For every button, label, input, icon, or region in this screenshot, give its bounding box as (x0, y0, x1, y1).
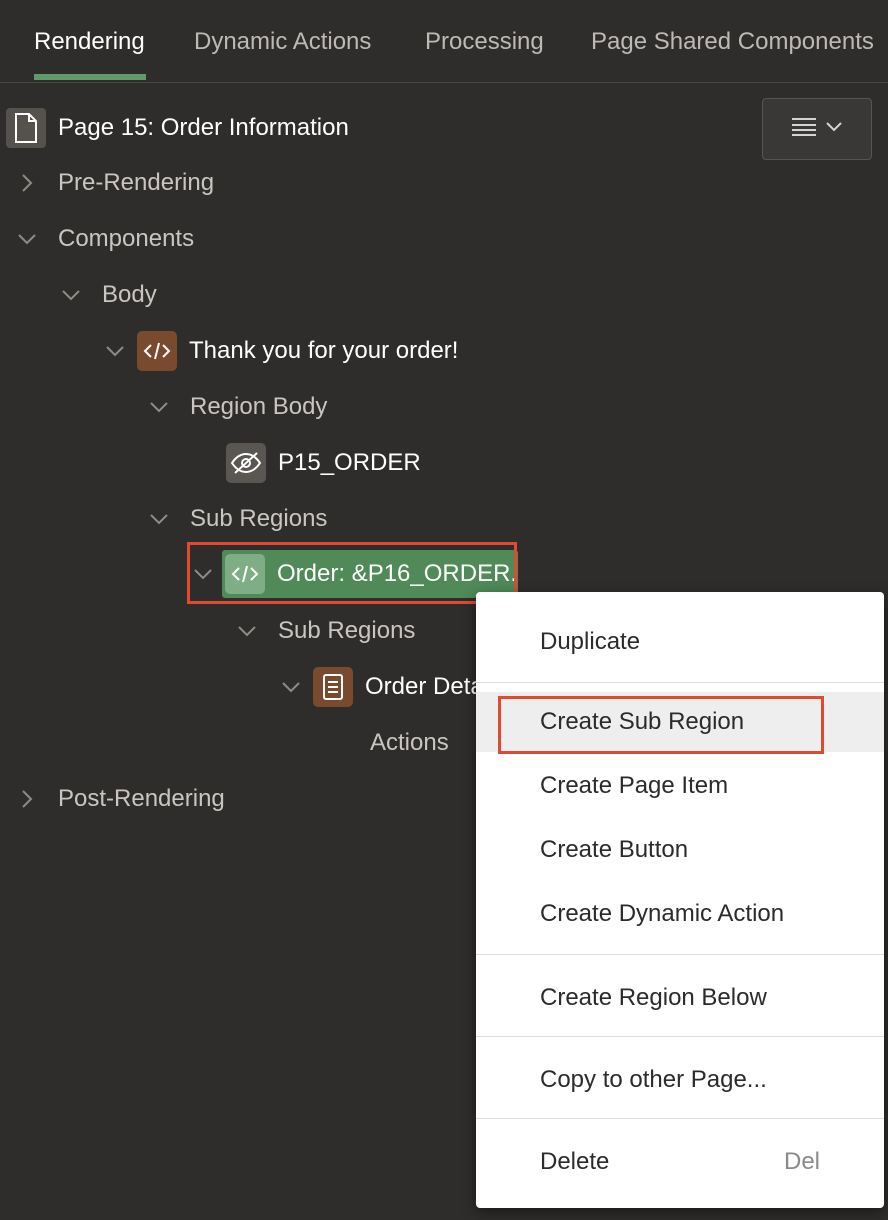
tree-node-region-order-details[interactable]: Order Deta (278, 662, 484, 712)
tree-node-label: Post-Rendering (58, 785, 225, 812)
menu-item-create-dynamic-action[interactable]: Create Dynamic Action (476, 884, 884, 944)
tab-dynamic-actions[interactable]: Dynamic Actions (194, 28, 371, 56)
menu-separator (476, 682, 884, 683)
chevron-down-icon[interactable] (278, 674, 304, 700)
tree-node-actions[interactable]: Actions (370, 718, 449, 768)
tree-node-sub-regions[interactable]: Sub Regions (234, 606, 415, 656)
tree-node-item-p15-order[interactable]: P15_ORDER (226, 438, 421, 488)
tree-node-region-thanks[interactable]: Thank you for your order! (102, 326, 458, 376)
active-tab-indicator (34, 74, 146, 80)
tab-page-shared-components[interactable]: Page Shared Components (591, 28, 874, 56)
chevron-down-icon[interactable] (102, 338, 128, 364)
page-title[interactable]: Page 15: Order Information (58, 114, 349, 142)
tab-processing[interactable]: Processing (425, 28, 544, 56)
menu-item-create-button[interactable]: Create Button (476, 820, 884, 880)
tab-bar: Rendering Dynamic Actions Processing Pag… (0, 0, 888, 83)
menu-item-create-page-item[interactable]: Create Page Item (476, 756, 884, 816)
tree-node-label: Pre-Rendering (58, 169, 215, 196)
chevron-down-icon[interactable] (146, 394, 172, 420)
menu-separator (476, 1118, 884, 1119)
tree-node-label: Sub Regions (190, 505, 328, 532)
tree-node-label: Body (102, 281, 157, 308)
shortcut-label: Del (783, 1148, 820, 1175)
report-icon (313, 667, 353, 707)
page-icon (6, 108, 46, 148)
tree-node-label: Region Body (190, 393, 328, 420)
chevron-right-icon[interactable] (14, 170, 40, 196)
annotation-highlight-box (498, 696, 824, 754)
hamburger-menu-icon (791, 117, 817, 142)
tree-node-label: Order Deta (365, 673, 484, 700)
tab-rendering[interactable]: Rendering (34, 28, 145, 56)
chevron-down-icon[interactable] (58, 282, 84, 308)
menu-item-create-region-below[interactable]: Create Region Below (476, 968, 884, 1028)
chevron-down-icon[interactable] (234, 618, 260, 644)
chevron-down-icon[interactable] (14, 226, 40, 252)
menu-item-delete[interactable]: Delete Del (476, 1132, 884, 1192)
tree-node-label: Components (58, 225, 195, 252)
tree-menu-button[interactable] (762, 98, 872, 160)
chevron-right-icon[interactable] (14, 786, 40, 812)
menu-separator (476, 954, 884, 955)
context-menu: Duplicate Create Sub Region Create Page … (476, 592, 884, 1208)
hidden-eye-icon (226, 443, 266, 483)
code-icon (137, 331, 177, 371)
tree-node-pre-rendering[interactable]: Pre-Rendering (14, 158, 214, 208)
tree-node-sub-regions[interactable]: Sub Regions (146, 494, 327, 544)
tree-node-label: Actions (370, 729, 449, 756)
tree-node-label: Thank you for your order! (189, 337, 459, 364)
chevron-down-icon (825, 120, 843, 138)
chevron-down-icon[interactable] (146, 506, 172, 532)
tree-node-body[interactable]: Body (58, 270, 157, 320)
tree-node-post-rendering[interactable]: Post-Rendering (14, 774, 225, 824)
menu-item-duplicate[interactable]: Duplicate (476, 612, 884, 672)
menu-separator (476, 1036, 884, 1037)
tree-node-label: Sub Regions (278, 617, 416, 644)
menu-item-copy-to-other-page[interactable]: Copy to other Page... (476, 1050, 884, 1110)
tree-node-label: P15_ORDER (278, 449, 421, 476)
tree-node-region-body[interactable]: Region Body (146, 382, 327, 432)
tree-node-components[interactable]: Components (14, 214, 194, 264)
annotation-highlight-box (187, 542, 517, 604)
